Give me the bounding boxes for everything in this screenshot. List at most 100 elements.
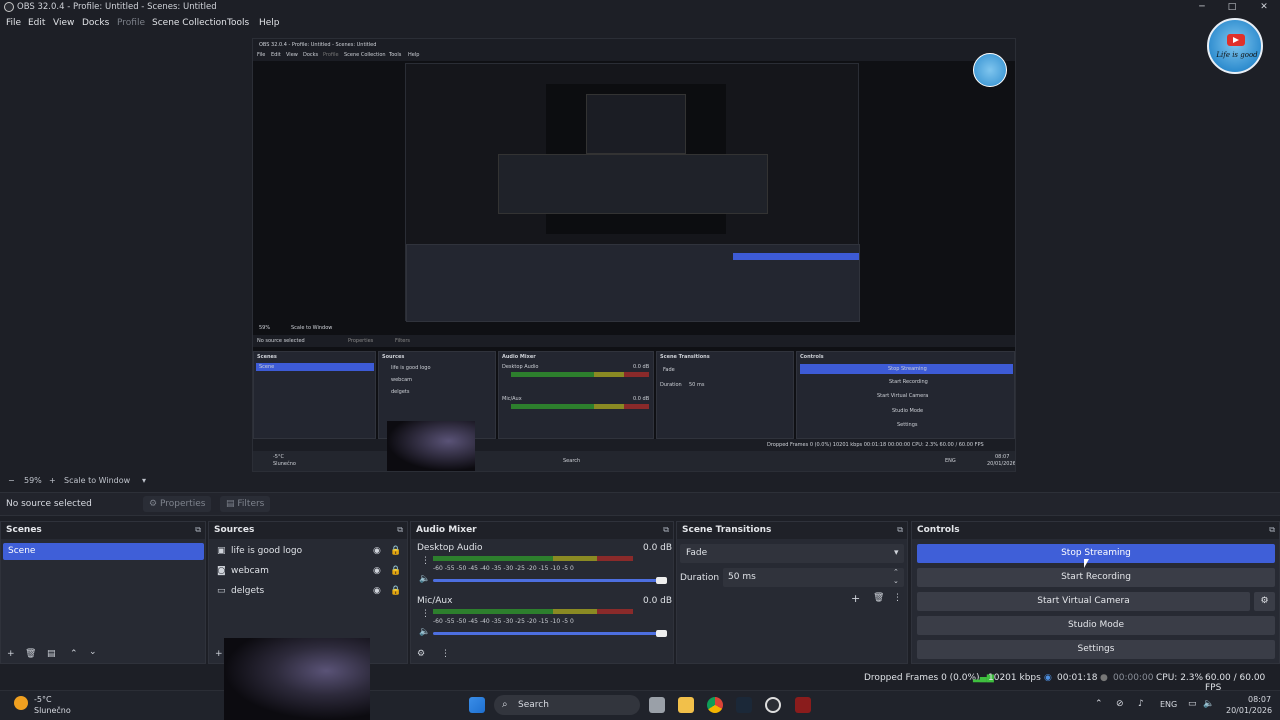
search-label: Search (518, 700, 549, 710)
menu-tools[interactable]: Tools (227, 18, 249, 28)
duration-spinbox[interactable]: 50 ms ⌃ ⌄ (723, 568, 904, 587)
stop-streaming-button[interactable]: Stop Streaming (917, 544, 1275, 563)
volume-icon[interactable]: 🔈 (1203, 699, 1214, 709)
lock-icon[interactable]: 🔒 (390, 546, 401, 556)
clock-time[interactable]: 08:07 (1248, 695, 1271, 704)
float-dock-icon[interactable]: ⧉ (1269, 525, 1275, 535)
nested-menu-edit: Edit (271, 52, 281, 58)
eye-icon[interactable]: ◉ (373, 586, 381, 596)
meter-scale: -60 -55 -50 -45 -40 -35 -30 -25 -20 -15 … (433, 618, 574, 625)
settings-button[interactable]: Settings (917, 640, 1275, 659)
scale-to-window[interactable]: Scale to Window (64, 476, 130, 485)
language-indicator[interactable]: ENG (1160, 700, 1177, 709)
record-time: 00:00:00 (1113, 673, 1154, 683)
zoom-in-button[interactable]: + (49, 476, 56, 485)
chevron-down-icon[interactable]: ⌄ (89, 647, 97, 657)
zoom-out-button[interactable]: − (8, 476, 15, 485)
scene-item-scene[interactable]: Scene (3, 543, 204, 560)
steam-icon[interactable] (736, 697, 752, 713)
microphone-icon[interactable]: ♪ (1138, 699, 1144, 709)
status-bar: Dropped Frames 0 (0.0%) ▂▄▆ 10201 kbps ◉… (0, 668, 1280, 693)
network-off-icon[interactable]: ⊘ (1116, 699, 1124, 709)
add-icon[interactable]: + (215, 649, 223, 659)
volume-knob[interactable] (656, 577, 667, 584)
nested-menu-scene-collection: Scene Collection (344, 52, 386, 58)
volume-slider[interactable] (433, 579, 665, 582)
weather-sun-icon[interactable] (14, 696, 28, 710)
lock-icon[interactable]: 🔒 (390, 566, 401, 576)
trash-icon[interactable]: 🗑 (25, 649, 36, 659)
volume-knob[interactable] (656, 630, 667, 637)
chrome-icon[interactable] (707, 697, 723, 713)
minimize-icon[interactable]: ─ (1192, 1, 1212, 13)
nested-duration-value: 50 ms (689, 382, 705, 388)
webcam-overlay (224, 638, 370, 720)
lock-icon[interactable]: 🔒 (390, 586, 401, 596)
speaker-icon[interactable]: 🔈 (419, 574, 430, 584)
filters-button[interactable]: ▤ Filters (220, 496, 271, 512)
maximize-icon[interactable]: □ (1222, 1, 1242, 13)
float-dock-icon[interactable]: ⧉ (195, 525, 201, 535)
app-red-icon[interactable] (795, 697, 811, 713)
start-windows-icon[interactable] (469, 697, 485, 713)
scene-transitions-dock: Scene Transitions ⧉ Fade ▾ Duration 50 ms… (676, 521, 908, 664)
properties-button[interactable]: ⚙ Properties (143, 496, 212, 512)
menu-help[interactable]: Help (259, 18, 280, 28)
taskbar-search[interactable]: ⌕ Search (494, 695, 640, 715)
nested-source-2: delgets (391, 389, 410, 395)
start-recording-button[interactable]: Start Recording (917, 568, 1275, 587)
more-vertical-icon[interactable]: ⋮ (893, 593, 902, 603)
weather-temp[interactable]: -5°C (34, 695, 52, 704)
chevron-up-icon[interactable]: ⌃ (893, 568, 899, 576)
start-virtual-camera-button[interactable]: Start Virtual Camera (917, 592, 1250, 611)
source-item[interactable]: ▣ life is good logo ◉ 🔒 (209, 543, 407, 561)
task-view-icon[interactable] (649, 697, 665, 713)
transition-select[interactable]: Fade ▾ (680, 544, 904, 563)
float-dock-icon[interactable]: ⧉ (663, 525, 669, 535)
preview-canvas[interactable]: OBS 32.0.4 - Profile: Untitled - Scenes:… (252, 38, 1016, 472)
more-vertical-icon[interactable]: ⋮ (421, 609, 430, 619)
filter-icon[interactable]: ▤ (47, 649, 56, 659)
menu-file[interactable]: File (6, 18, 21, 28)
more-vertical-icon[interactable]: ⋮ (421, 556, 430, 566)
chevron-up-icon[interactable]: ⌃ (70, 649, 78, 659)
studio-mode-button[interactable]: Studio Mode (917, 616, 1275, 635)
menu-scene-collection[interactable]: Scene Collection (152, 18, 227, 28)
duration-value: 50 ms (728, 572, 756, 582)
record-icon: ● (1100, 673, 1108, 683)
eye-icon[interactable]: ◉ (373, 566, 381, 576)
source-item[interactable]: ◙ webcam ◉ 🔒 (209, 563, 407, 581)
transition-value: Fade (686, 548, 708, 558)
add-icon[interactable]: + (851, 592, 860, 605)
filter-icon: ▤ (226, 499, 235, 509)
menu-profile[interactable]: Profile (117, 18, 145, 28)
eye-icon[interactable]: ◉ (373, 546, 381, 556)
controls-title: Controls (917, 525, 960, 535)
menu-view[interactable]: View (53, 18, 74, 28)
menu-edit[interactable]: Edit (28, 18, 45, 28)
chevron-up-icon[interactable]: ⌃ (1095, 699, 1103, 709)
weather-desc[interactable]: Slunečno (34, 706, 71, 715)
source-item[interactable]: ▭ delgets ◉ 🔒 (209, 583, 407, 601)
gear-icon[interactable]: ⚙ (417, 649, 425, 659)
more-vertical-icon[interactable]: ⋮ (441, 649, 450, 659)
volume-slider[interactable] (433, 632, 665, 635)
virtual-camera-settings-button[interactable]: ⚙ (1254, 592, 1275, 611)
clock-date[interactable]: 20/01/2026 (1226, 706, 1272, 715)
trash-icon[interactable]: 🗑 (873, 593, 884, 603)
chevron-down-icon[interactable]: ▾ (142, 476, 146, 485)
menu-docks[interactable]: Docks (82, 18, 109, 28)
nested-statusbar: Dropped Frames 0 (0.0%) 10201 kbps 00:01… (253, 439, 1015, 451)
add-icon[interactable]: + (7, 649, 15, 659)
float-dock-icon[interactable]: ⧉ (397, 525, 403, 535)
channel-db: 0.0 dB (643, 543, 673, 553)
close-icon[interactable]: ✕ (1254, 1, 1274, 13)
speaker-icon[interactable]: 🔈 (419, 627, 430, 637)
channel-name: Mic/Aux (417, 596, 453, 606)
youtube-play-icon (1227, 34, 1245, 46)
file-explorer-icon[interactable] (678, 697, 694, 713)
chevron-down-icon[interactable]: ⌄ (893, 577, 899, 585)
display-icon[interactable]: ▭ (1188, 699, 1197, 709)
obs-taskbar-icon[interactable] (765, 697, 781, 713)
float-dock-icon[interactable]: ⧉ (897, 525, 903, 535)
